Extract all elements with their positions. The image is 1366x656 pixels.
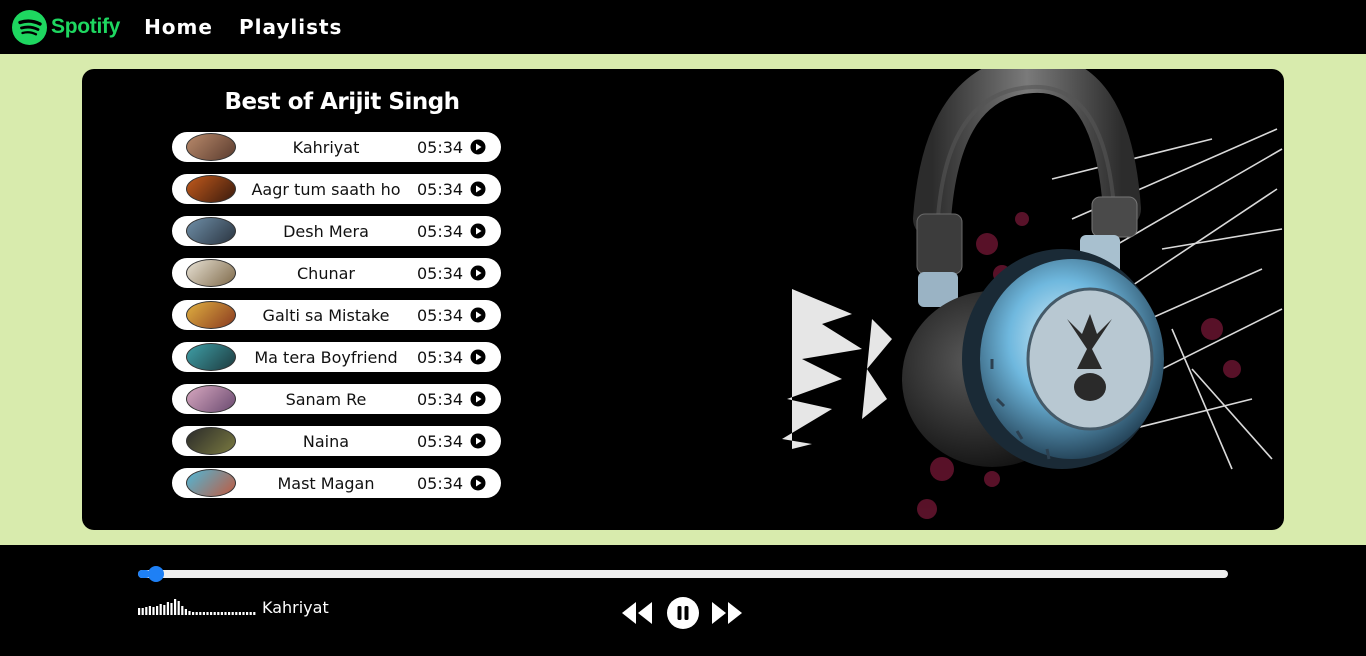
brand-name: Spotify <box>51 15 121 38</box>
song-duration: 05:34 <box>417 473 464 493</box>
song-name: Mast Magan <box>277 473 375 493</box>
spotify-icon <box>12 9 47 45</box>
song-item[interactable]: Desh Mera 05:34 <box>172 216 501 246</box>
song-item[interactable]: Ma tera Boyfriend 05:34 <box>172 342 501 372</box>
song-name: Kahriyat <box>292 137 360 157</box>
nav-playlists[interactable]: Playlists <box>239 15 343 39</box>
song-thumbnail <box>186 469 236 497</box>
waveform-bar <box>199 612 202 615</box>
playlist-container: Best of Arijit Singh Kahriyat 05:34 Aagr t… <box>82 69 1284 530</box>
waveform-bar <box>174 599 177 615</box>
song-thumbnail <box>186 217 236 245</box>
waveform-bar <box>148 606 151 615</box>
play-circle-icon[interactable] <box>470 181 486 197</box>
waveform-bar <box>141 608 144 615</box>
waveform-bar <box>195 612 198 615</box>
waveform-icon <box>138 599 256 615</box>
play-circle-icon[interactable] <box>470 349 486 365</box>
waveform-bar <box>242 612 245 615</box>
song-name: Ma tera Boyfriend <box>254 347 398 367</box>
song-thumbnail <box>186 343 236 371</box>
waveform-bar <box>188 611 191 615</box>
waveform-bar <box>170 603 173 615</box>
play-circle-icon[interactable] <box>470 391 486 407</box>
progress-knob[interactable] <box>148 566 164 582</box>
waveform-bar <box>163 605 166 615</box>
now-playing: Kahriyat <box>138 597 329 617</box>
spotify-logo[interactable]: Spotify <box>12 9 121 45</box>
song-name: Aagr tum saath ho <box>251 179 401 199</box>
next-icon[interactable] <box>710 600 744 626</box>
waveform-bar <box>210 612 213 615</box>
song-thumbnail <box>186 301 236 329</box>
waveform-bar <box>249 612 252 615</box>
song-thumbnail <box>186 175 236 203</box>
player-bar: Kahriyat <box>0 545 1366 656</box>
song-name: Sanam Re <box>285 389 367 409</box>
song-duration: 05:34 <box>417 389 464 409</box>
progress-bar[interactable] <box>138 566 1228 582</box>
waveform-bar <box>202 612 205 615</box>
song-duration: 05:34 <box>417 137 464 157</box>
song-duration: 05:34 <box>417 221 464 241</box>
song-duration: 05:34 <box>417 179 464 199</box>
waveform-bar <box>138 608 141 615</box>
now-playing-title: Kahriyat <box>262 597 329 617</box>
song-item[interactable]: Naina 05:34 <box>172 426 501 456</box>
headphones-artwork <box>782 69 1283 519</box>
song-thumbnail <box>186 385 236 413</box>
song-name: Desh Mera <box>283 221 369 241</box>
song-name: Naina <box>302 431 350 451</box>
song-duration: 05:34 <box>417 347 464 367</box>
song-item[interactable]: Sanam Re 05:34 <box>172 384 501 414</box>
song-thumbnail <box>186 133 236 161</box>
song-item[interactable]: Galti sa Mistake 05:34 <box>172 300 501 330</box>
song-duration: 05:34 <box>417 263 464 283</box>
song-item[interactable]: Aagr tum saath ho 05:34 <box>172 174 501 204</box>
nav-home[interactable]: Home <box>144 15 213 39</box>
pause-icon[interactable] <box>666 596 700 630</box>
song-thumbnail <box>186 259 236 287</box>
play-circle-icon[interactable] <box>470 307 486 323</box>
waveform-bar <box>156 606 159 615</box>
play-circle-icon[interactable] <box>470 265 486 281</box>
playback-controls <box>620 596 744 630</box>
song-name: Chunar <box>297 263 355 283</box>
waveform-bar <box>217 612 220 615</box>
waveform-bar <box>235 612 238 615</box>
play-circle-icon[interactable] <box>470 475 486 491</box>
song-item[interactable]: Kahriyat 05:34 <box>172 132 501 162</box>
play-circle-icon[interactable] <box>470 433 486 449</box>
song-item[interactable]: Chunar 05:34 <box>172 258 501 288</box>
playlist-title: Best of Arijit Singh <box>224 89 460 115</box>
waveform-bar <box>231 612 234 615</box>
song-duration: 05:34 <box>417 431 464 451</box>
waveform-bar <box>224 612 227 615</box>
waveform-bar <box>159 604 162 615</box>
waveform-bar <box>166 602 169 615</box>
previous-icon[interactable] <box>620 600 654 626</box>
song-list: Kahriyat 05:34 Aagr tum saath ho 05:34 Desh … <box>172 132 501 510</box>
waveform-bar <box>213 612 216 615</box>
waveform-bar <box>238 612 241 615</box>
song-item[interactable]: Mast Magan 05:34 <box>172 468 501 498</box>
waveform-bar <box>220 612 223 615</box>
waveform-bar <box>145 607 148 615</box>
waveform-bar <box>181 606 184 615</box>
play-circle-icon[interactable] <box>470 223 486 239</box>
waveform-bar <box>253 612 256 615</box>
waveform-bar <box>152 607 155 615</box>
song-thumbnail <box>186 427 236 455</box>
waveform-bar <box>184 609 187 615</box>
waveform-bar <box>192 612 195 615</box>
waveform-bar <box>177 601 180 615</box>
waveform-bar <box>246 612 249 615</box>
song-name: Galti sa Mistake <box>262 305 390 325</box>
waveform-bar <box>206 612 209 615</box>
waveform-bar <box>228 612 231 615</box>
navbar: Spotify Home Playlists <box>0 0 1366 54</box>
play-circle-icon[interactable] <box>470 139 486 155</box>
song-duration: 05:34 <box>417 305 464 325</box>
